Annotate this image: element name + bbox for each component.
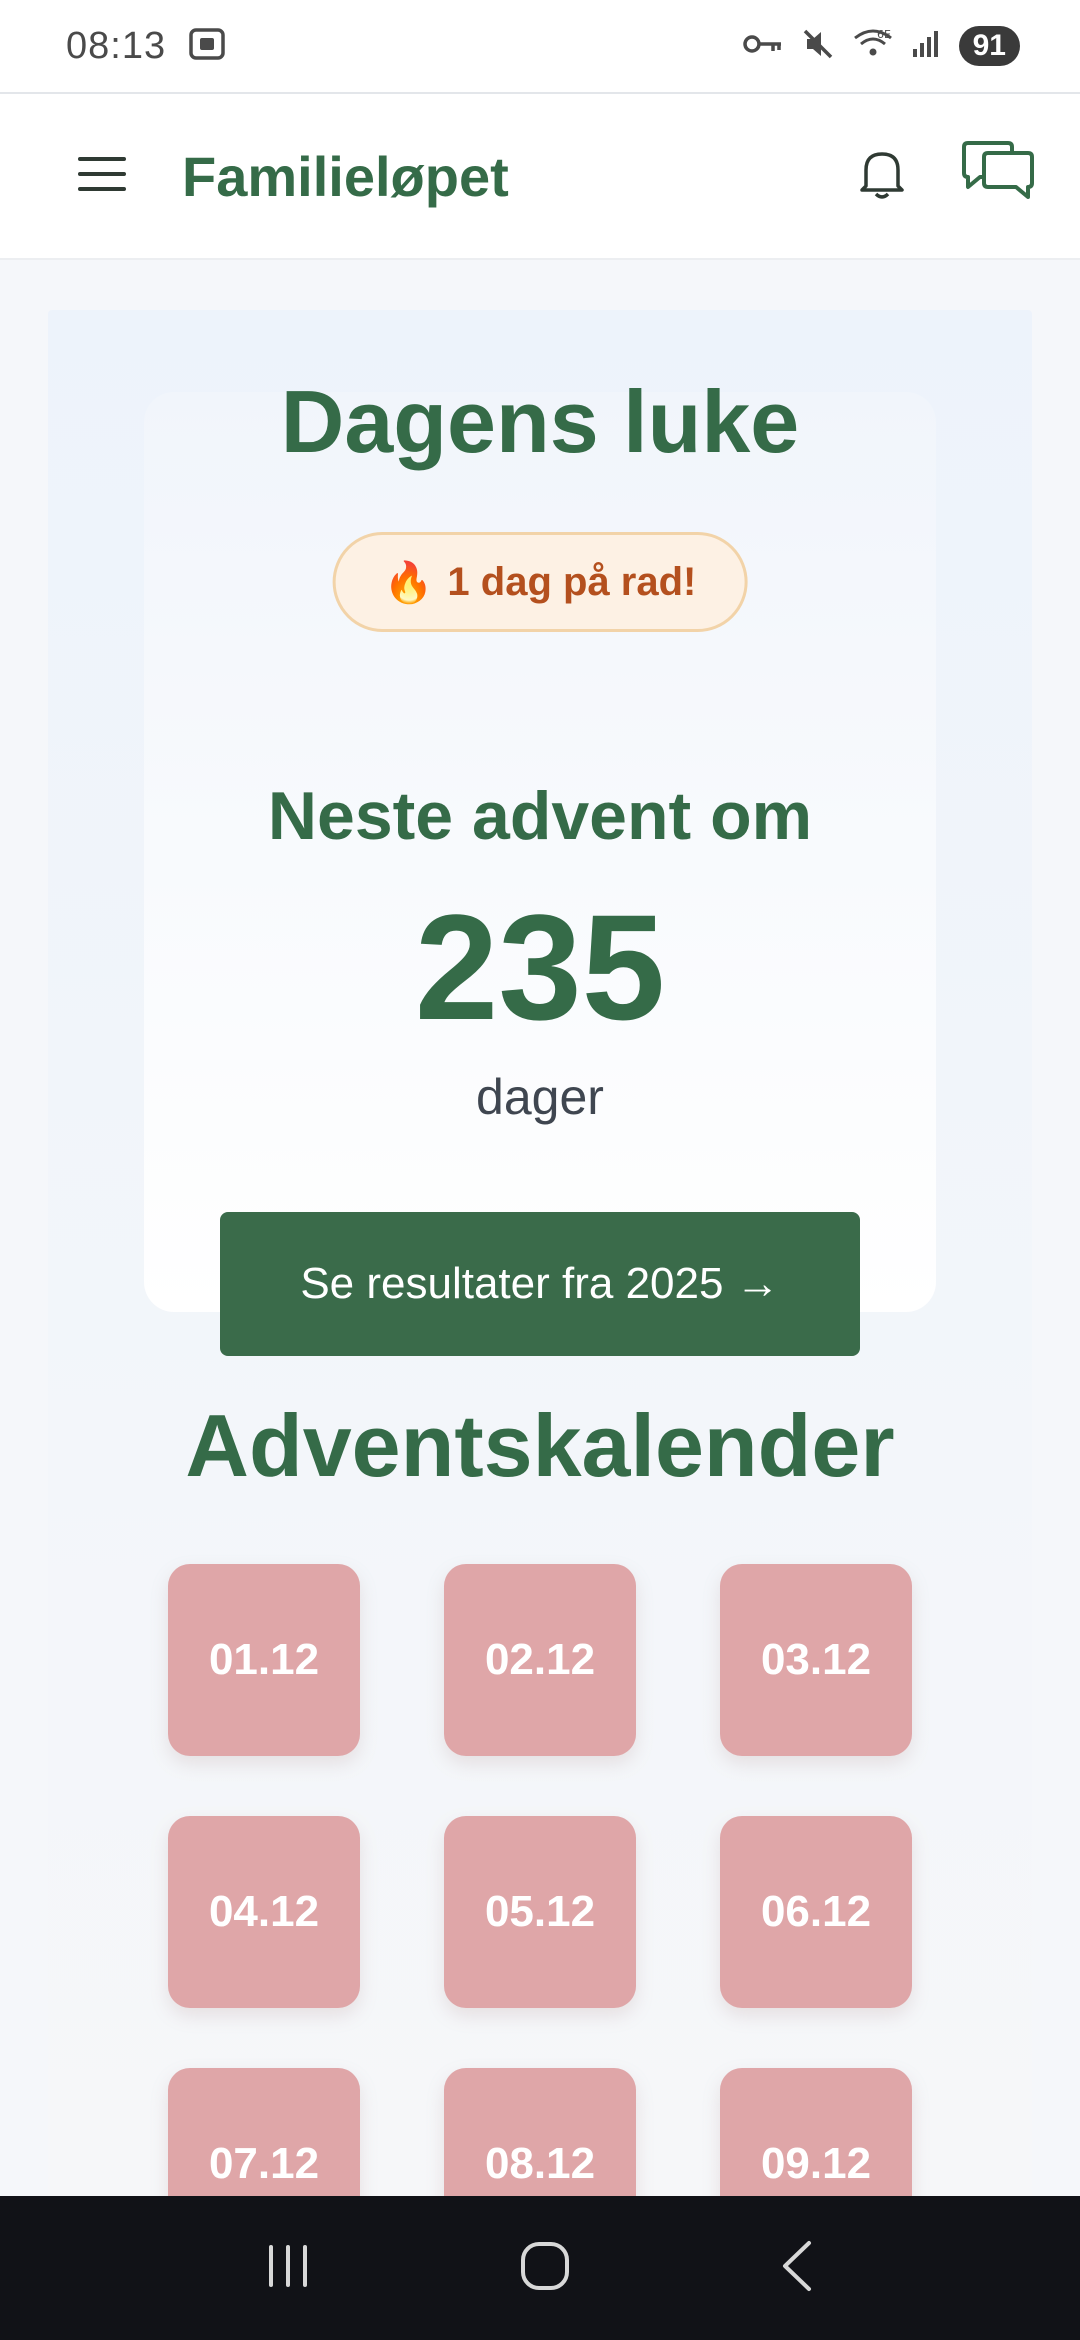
calendar-door[interactable]: 01.12 <box>168 1564 360 1756</box>
calendar-door[interactable]: 04.12 <box>168 1816 360 2008</box>
status-bar: 08:13 6E 91 <box>0 0 1080 92</box>
svg-text:6E: 6E <box>877 28 891 41</box>
menu-icon[interactable] <box>76 155 128 198</box>
mute-icon <box>801 27 835 66</box>
recent-apps-icon[interactable] <box>263 2241 313 2296</box>
battery-indicator: 91 <box>958 26 1020 66</box>
bell-icon[interactable] <box>856 146 908 207</box>
chat-icon[interactable] <box>960 139 1036 214</box>
calendar-door[interactable]: 05.12 <box>444 1816 636 2008</box>
signal-icon <box>911 29 941 64</box>
wifi-6e-icon: 6E <box>853 26 893 67</box>
screenshot-icon <box>188 27 226 66</box>
status-time: 08:13 <box>66 24 167 67</box>
streak-badge: 🔥 1 dag på rad! <box>332 532 748 632</box>
see-results-button[interactable]: Se resultater fra 2025 → <box>220 1212 860 1356</box>
next-advent-label: Neste advent om <box>267 778 813 854</box>
todays-door-card: Dagens luke 🔥 1 dag på rad! Neste advent… <box>144 378 936 1356</box>
calendar-grid: 01.12 02.12 03.12 04.12 05.12 06.12 07.1… <box>168 1564 912 2260</box>
fire-icon: 🔥 <box>383 560 434 605</box>
streak-label: 1 dag på rad! <box>447 559 697 604</box>
calendar-door[interactable]: 06.12 <box>720 1816 912 2008</box>
app-bar: Familieløpet <box>0 92 1080 260</box>
calendar-title: Adventskalender <box>185 1396 895 1495</box>
system-nav-bar <box>0 2196 1080 2340</box>
days-unit: dager <box>476 1069 604 1125</box>
card-title: Dagens luke <box>280 372 800 471</box>
main-content: Dagens luke 🔥 1 dag på rad! Neste advent… <box>48 310 1032 2260</box>
key-icon <box>742 32 783 61</box>
calendar-door[interactable]: 02.12 <box>444 1564 636 1756</box>
back-icon[interactable] <box>777 2239 817 2298</box>
calendar-door[interactable]: 03.12 <box>720 1564 912 1756</box>
days-count: 235 <box>414 883 666 1051</box>
app-title: Familieløpet <box>182 144 509 208</box>
home-icon[interactable] <box>518 2239 572 2298</box>
